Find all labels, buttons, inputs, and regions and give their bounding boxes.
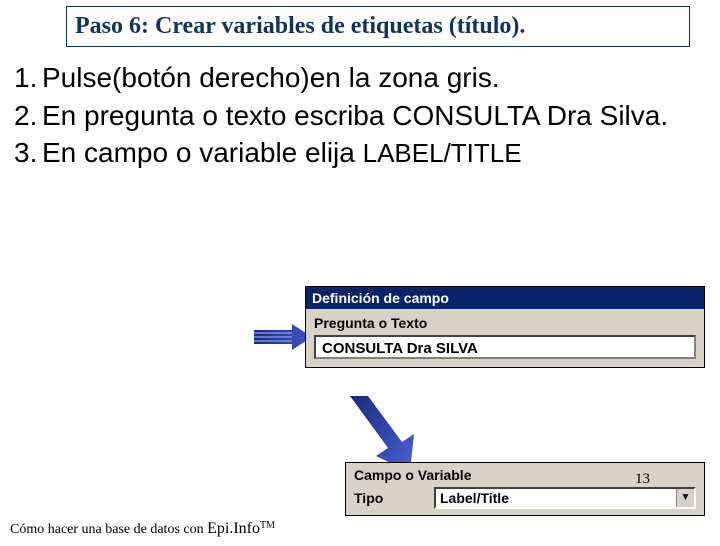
footer-text: Cómo hacer una base de datos con Epi.Inf…: [10, 520, 275, 538]
step-3: 3. En campo o variable elija LABEL/TITLE: [14, 136, 702, 170]
step-number: 3.: [14, 136, 42, 170]
step-text: En pregunta o texto escriba CONSULTA Dra…: [42, 99, 702, 133]
slide-title: Paso 6: Crear variables de etiquetas (tí…: [66, 6, 690, 47]
step-2: 2. En pregunta o texto escriba CONSULTA …: [14, 99, 702, 133]
chevron-down-icon[interactable]: ▼: [676, 489, 694, 507]
question-label: Pregunta o Texto: [306, 309, 704, 333]
step-text: En campo o variable elija LABEL/TITLE: [42, 136, 702, 170]
step-text: Pulse(botón derecho)en la zona gris.: [42, 61, 702, 95]
page-number: 13: [635, 471, 650, 488]
footer-text-part: Cómo hacer una base de datos con: [10, 522, 207, 537]
step-number: 1.: [14, 61, 42, 95]
footer-brand: Epi.Info: [207, 520, 260, 537]
field-type-panel: Campo o Variable Tipo Label/Title ▼: [345, 462, 705, 516]
type-value: Label/Title: [436, 489, 676, 507]
type-combobox[interactable]: Label/Title ▼: [434, 487, 696, 509]
step-number: 2.: [14, 99, 42, 133]
step-text-a: En campo o variable elija: [42, 137, 363, 168]
type-label: Tipo: [354, 490, 424, 506]
dialog-titlebar: Definición de campo: [306, 287, 704, 309]
question-input[interactable]: CONSULTA Dra SILVA: [314, 335, 696, 359]
field-definition-dialog: Definición de campo Pregunta o Texto CON…: [305, 286, 705, 368]
footer-tm: TM: [260, 520, 275, 531]
steps-list: 1. Pulse(botón derecho)en la zona gris. …: [0, 47, 720, 170]
step-1: 1. Pulse(botón derecho)en la zona gris.: [14, 61, 702, 95]
step-text-b: LABEL/TITLE: [363, 138, 522, 168]
